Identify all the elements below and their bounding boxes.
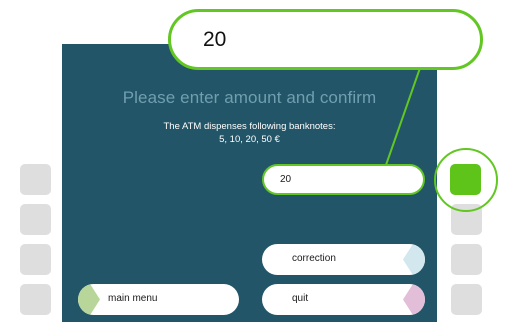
zoom-callout-value: 20 [203, 28, 227, 51]
zoom-callout: 20 [168, 9, 483, 70]
